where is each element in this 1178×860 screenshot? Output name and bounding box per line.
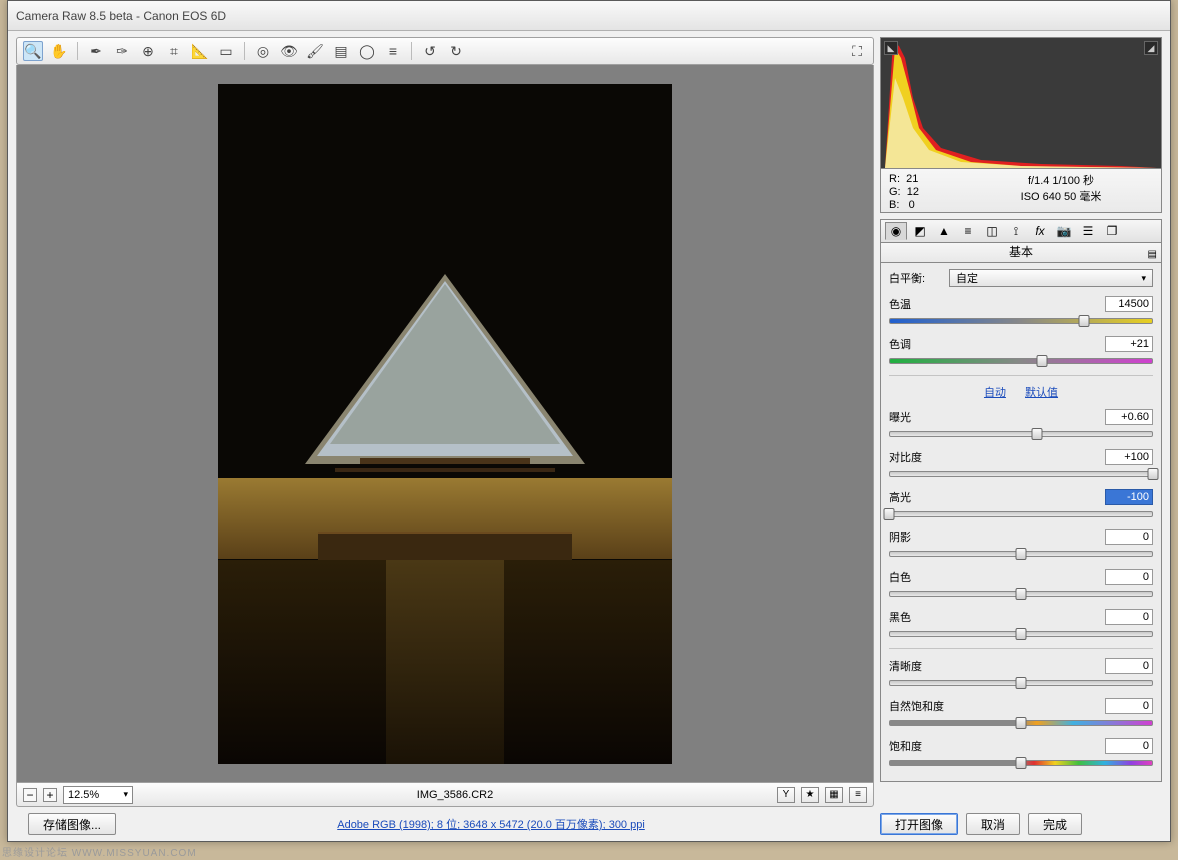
- clarity-slider[interactable]: [889, 677, 1153, 689]
- main-toolbar: 🔍 ✋ ✒ ✑ ⊕ ⌗ 📐 ▭ ◎ 👁 🖌 ▤ ◯ ≡ ↺ ↻: [16, 37, 874, 65]
- whites-slider[interactable]: [889, 588, 1153, 600]
- tab-detail[interactable]: ▲: [933, 222, 955, 240]
- filter-button[interactable]: Y: [777, 787, 795, 803]
- photo-content: [218, 84, 672, 764]
- vibrance-slider[interactable]: [889, 717, 1153, 729]
- tab-lens[interactable]: ⟟: [1005, 222, 1027, 240]
- open-image-button[interactable]: 打开图像: [880, 813, 958, 835]
- exposure-slider[interactable]: [889, 428, 1153, 440]
- exif-line2: ISO 640 50 毫米: [969, 189, 1153, 205]
- info-box: R: 21 G: 12 B: 0 f/1.4 1/100 秒 ISO 640 5…: [880, 169, 1162, 213]
- tab-camera[interactable]: 📷: [1053, 222, 1075, 240]
- fullscreen-toggle[interactable]: ⛶: [847, 41, 867, 61]
- basic-panel: 白平衡: 自定 色温14500 色调+21 自动 默认值 曝光+0.60 对比度…: [880, 263, 1162, 782]
- window-title: Camera Raw 8.5 beta - Canon EOS 6D: [16, 9, 226, 23]
- preview-bottombar: − + 12.5% IMG_3586.CR2 Y ★ ▦ ≡: [16, 783, 874, 807]
- list-button[interactable]: ≡: [849, 787, 867, 803]
- tint-value[interactable]: +21: [1105, 336, 1153, 352]
- graduated-filter-tool[interactable]: ▤: [331, 41, 351, 61]
- panel-title: 基本 ▤: [880, 243, 1162, 263]
- temp-slider[interactable]: [889, 315, 1153, 327]
- shadows-value[interactable]: 0: [1105, 529, 1153, 545]
- zoom-in-button[interactable]: +: [43, 788, 57, 802]
- done-button[interactable]: 完成: [1028, 813, 1082, 835]
- panel-tabs: ◉ ◩ ▲ ≡ ◫ ⟟ fx 📷 ☰ ❐: [880, 219, 1162, 243]
- shadow-clip-icon[interactable]: ◣: [884, 41, 898, 55]
- filename-label: IMG_3586.CR2: [417, 789, 493, 801]
- tab-snapshots[interactable]: ❐: [1101, 222, 1123, 240]
- camera-raw-window: Camera Raw 8.5 beta - Canon EOS 6D 🔍 ✋ ✒…: [7, 0, 1171, 842]
- rotate-cw-tool[interactable]: ↻: [446, 41, 466, 61]
- whites-value[interactable]: 0: [1105, 569, 1153, 585]
- image-preview[interactable]: [16, 65, 874, 783]
- temp-value[interactable]: 14500: [1105, 296, 1153, 312]
- save-image-button[interactable]: 存储图像...: [28, 813, 116, 835]
- histogram[interactable]: ◣ ◢: [880, 37, 1162, 169]
- highlights-slider[interactable]: [889, 508, 1153, 520]
- clarity-value[interactable]: 0: [1105, 658, 1153, 674]
- rotate-ccw-tool[interactable]: ↺: [420, 41, 440, 61]
- straighten-tool[interactable]: 📐: [190, 41, 210, 61]
- blacks-value[interactable]: 0: [1105, 609, 1153, 625]
- saturation-value[interactable]: 0: [1105, 738, 1153, 754]
- shadows-slider[interactable]: [889, 548, 1153, 560]
- redeye-tool[interactable]: 👁: [279, 41, 299, 61]
- target-adjust-tool[interactable]: ⊕: [138, 41, 158, 61]
- titlebar[interactable]: Camera Raw 8.5 beta - Canon EOS 6D: [8, 1, 1170, 31]
- grid-button[interactable]: ▦: [825, 787, 843, 803]
- zoom-out-button[interactable]: −: [23, 788, 37, 802]
- exif-line1: f/1.4 1/100 秒: [969, 173, 1153, 189]
- zoom-select[interactable]: 12.5%: [63, 786, 133, 804]
- tab-presets[interactable]: ☰: [1077, 222, 1099, 240]
- exposure-value[interactable]: +0.60: [1105, 409, 1153, 425]
- highlight-clip-icon[interactable]: ◢: [1144, 41, 1158, 55]
- wb-select[interactable]: 自定: [949, 269, 1153, 287]
- lens-tool[interactable]: ▭: [216, 41, 236, 61]
- wb-eyedropper-tool[interactable]: ✒: [86, 41, 106, 61]
- auto-default-links: 自动 默认值: [889, 384, 1153, 400]
- prefs-tool[interactable]: ≡: [383, 41, 403, 61]
- saturation-slider[interactable]: [889, 757, 1153, 769]
- contrast-slider[interactable]: [889, 468, 1153, 480]
- zoom-tool[interactable]: 🔍: [23, 41, 43, 61]
- rating-button[interactable]: ★: [801, 787, 819, 803]
- default-link[interactable]: 默认值: [1025, 387, 1058, 399]
- cancel-button[interactable]: 取消: [966, 813, 1020, 835]
- adjustment-brush-tool[interactable]: 🖌: [305, 41, 325, 61]
- auto-link[interactable]: 自动: [984, 387, 1006, 399]
- wb-label: 白平衡:: [889, 270, 949, 286]
- tab-split[interactable]: ◫: [981, 222, 1003, 240]
- panel-menu-icon[interactable]: ▤: [1148, 246, 1157, 264]
- spot-removal-tool[interactable]: ◎: [253, 41, 273, 61]
- highlights-value[interactable]: -100: [1105, 489, 1153, 505]
- tint-slider[interactable]: [889, 355, 1153, 367]
- tab-fx[interactable]: fx: [1029, 222, 1051, 240]
- workflow-link[interactable]: Adobe RGB (1998); 8 位; 3648 x 5472 (20.0…: [337, 816, 645, 832]
- crop-tool[interactable]: ⌗: [164, 41, 184, 61]
- blacks-slider[interactable]: [889, 628, 1153, 640]
- tab-hsl[interactable]: ≡: [957, 222, 979, 240]
- contrast-value[interactable]: +100: [1105, 449, 1153, 465]
- vibrance-value[interactable]: 0: [1105, 698, 1153, 714]
- tab-basic[interactable]: ◉: [885, 222, 907, 240]
- color-sampler-tool[interactable]: ✑: [112, 41, 132, 61]
- action-row-left: 存储图像... Adobe RGB (1998); 8 位; 3648 x 54…: [16, 807, 874, 837]
- hand-tool[interactable]: ✋: [49, 41, 69, 61]
- watermark: 思缘设计论坛 WWW.MISSYUAN.COM: [2, 844, 197, 859]
- tab-curve[interactable]: ◩: [909, 222, 931, 240]
- radial-filter-tool[interactable]: ◯: [357, 41, 377, 61]
